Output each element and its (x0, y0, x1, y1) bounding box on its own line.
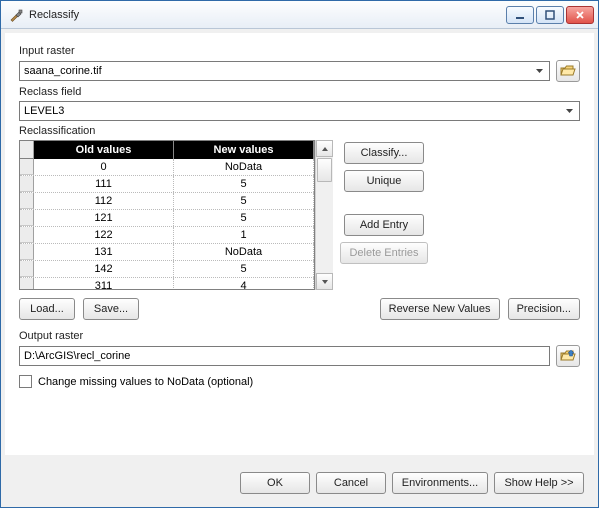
cell-old-value[interactable]: 131 (34, 244, 174, 260)
environments-button[interactable]: Environments... (392, 472, 488, 494)
cell-new-value[interactable]: 5 (174, 261, 314, 277)
cell-new-value[interactable]: 5 (174, 210, 314, 226)
table-row[interactable]: 1125 (20, 193, 314, 210)
row-header[interactable] (20, 261, 34, 277)
cell-old-value[interactable]: 142 (34, 261, 174, 277)
col-old-values: Old values (34, 141, 174, 159)
change-missing-checkbox-row: Change missing values to NoData (optiona… (19, 375, 580, 388)
cell-old-value[interactable]: 121 (34, 210, 174, 226)
reclass-field-label: Reclass field (19, 86, 580, 98)
dialog-content: Input raster saana_corine.tif Reclass fi… (5, 33, 594, 455)
cell-new-value[interactable]: NoData (174, 244, 314, 260)
show-help-button[interactable]: Show Help >> (494, 472, 584, 494)
cell-old-value[interactable]: 112 (34, 193, 174, 209)
change-missing-label: Change missing values to NoData (optiona… (38, 376, 253, 388)
row-header[interactable] (20, 210, 34, 226)
browse-output-button[interactable] (556, 345, 580, 367)
cell-new-value[interactable]: 5 (174, 176, 314, 192)
reclassification-table[interactable]: Old values New values 0NoData11151125121… (19, 140, 315, 290)
row-header[interactable] (20, 193, 34, 209)
change-missing-checkbox[interactable] (19, 375, 32, 388)
add-entry-button[interactable]: Add Entry (344, 214, 424, 236)
precision-button[interactable]: Precision... (508, 298, 580, 320)
reverse-new-values-button[interactable]: Reverse New Values (380, 298, 500, 320)
table-header: Old values New values (20, 141, 314, 159)
cancel-button[interactable]: Cancel (316, 472, 386, 494)
row-header[interactable] (20, 159, 34, 175)
cell-old-value[interactable]: 122 (34, 227, 174, 243)
output-raster-input[interactable]: D:\ArcGIS\recl_corine (19, 346, 550, 366)
reclassification-label: Reclassification (19, 125, 580, 137)
table-row[interactable]: 131NoData (20, 244, 314, 261)
folder-open-arrow-icon (560, 349, 576, 363)
browse-input-button[interactable] (556, 60, 580, 82)
window-controls (506, 6, 594, 24)
reclass-field-dropdown[interactable]: LEVEL3 (19, 101, 580, 121)
cell-new-value[interactable]: 1 (174, 227, 314, 243)
row-header[interactable] (20, 278, 34, 289)
input-raster-dropdown[interactable]: saana_corine.tif (19, 61, 550, 81)
load-button[interactable]: Load... (19, 298, 75, 320)
table-scrollbar[interactable] (315, 140, 333, 290)
cell-old-value[interactable]: 0 (34, 159, 174, 175)
reclass-field-value: LEVEL3 (24, 105, 64, 117)
cell-old-value[interactable]: 111 (34, 176, 174, 192)
maximize-button[interactable] (536, 6, 564, 24)
row-header[interactable] (20, 244, 34, 260)
scroll-up-button[interactable] (316, 140, 333, 157)
close-button[interactable] (566, 6, 594, 24)
table-row[interactable]: 1115 (20, 176, 314, 193)
delete-entries-button[interactable]: Delete Entries (340, 242, 427, 264)
table-body: 0NoData1115112512151221131NoData14253114 (20, 159, 314, 289)
cell-old-value[interactable]: 311 (34, 278, 174, 289)
table-row[interactable]: 0NoData (20, 159, 314, 176)
ok-button[interactable]: OK (240, 472, 310, 494)
classify-button[interactable]: Classify... (344, 142, 424, 164)
row-header[interactable] (20, 227, 34, 243)
output-raster-label: Output raster (19, 330, 580, 342)
output-raster-value: D:\ArcGIS\recl_corine (24, 350, 130, 362)
scroll-track[interactable] (316, 183, 333, 273)
table-row[interactable]: 1221 (20, 227, 314, 244)
table-row[interactable]: 1215 (20, 210, 314, 227)
save-button[interactable]: Save... (83, 298, 139, 320)
input-raster-value: saana_corine.tif (24, 65, 102, 77)
window-title: Reclassify (29, 9, 506, 21)
table-row[interactable]: 1425 (20, 261, 314, 278)
chevron-down-icon (531, 63, 547, 79)
dialog-footer: OK Cancel Environments... Show Help >> (1, 459, 598, 507)
input-raster-label: Input raster (19, 45, 580, 57)
scroll-down-button[interactable] (316, 273, 333, 290)
chevron-down-icon (561, 103, 577, 119)
table-corner (20, 141, 34, 159)
reclass-side-buttons: Classify... Unique Add Entry Delete Entr… (339, 140, 429, 290)
minimize-button[interactable] (506, 6, 534, 24)
scroll-thumb[interactable] (317, 158, 332, 182)
folder-open-icon (560, 64, 576, 78)
reclass-lower-buttons: Load... Save... Reverse New Values Preci… (19, 298, 580, 320)
cell-new-value[interactable]: NoData (174, 159, 314, 175)
row-header[interactable] (20, 176, 34, 192)
titlebar: Reclassify (1, 1, 598, 29)
cell-new-value[interactable]: 4 (174, 278, 314, 289)
col-new-values: New values (174, 141, 314, 159)
cell-new-value[interactable]: 5 (174, 193, 314, 209)
unique-button[interactable]: Unique (344, 170, 424, 192)
table-row[interactable]: 3114 (20, 278, 314, 289)
reclassify-dialog: Reclassify Input raster saana_corine.tif… (0, 0, 599, 508)
hammer-icon (9, 8, 23, 22)
